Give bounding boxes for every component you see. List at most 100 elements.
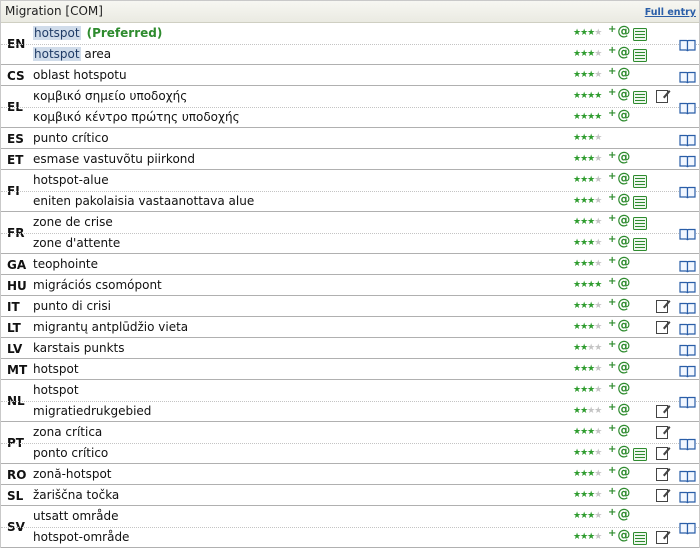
term-text[interactable]: punto crítico	[33, 131, 109, 146]
term-text[interactable]: hotspot-område	[33, 530, 129, 545]
note-icon[interactable]	[656, 88, 671, 103]
term-text[interactable]: zone d'attente	[33, 236, 120, 251]
note-icon[interactable]	[656, 445, 671, 460]
term-text[interactable]: punto di crisi	[33, 299, 111, 314]
term-text[interactable]: žariščna točka	[33, 488, 119, 503]
language-group-ro: RO zonă-hotspot ★★★★ +@	[1, 464, 699, 485]
open-book-icon[interactable]	[679, 132, 696, 147]
open-book-icon[interactable]	[679, 394, 696, 409]
term-row: hotspot ★★★★ +@	[1, 380, 699, 402]
source-reference-icon[interactable]	[633, 26, 647, 41]
term-text[interactable]: oblast hotspotu	[33, 68, 127, 83]
open-book-icon[interactable]	[679, 37, 696, 52]
note-icon[interactable]	[656, 403, 671, 418]
open-book-icon[interactable]	[679, 226, 696, 241]
feedback-icon[interactable]: +@	[608, 297, 630, 312]
feedback-icon[interactable]: +@	[608, 192, 630, 207]
language-group-pt: PT zona crítica ★★★★ +@ ponto crítico ★★★★ +@	[1, 422, 699, 464]
open-book-icon[interactable]	[679, 69, 696, 84]
note-icon[interactable]	[656, 319, 671, 334]
term-text[interactable]: κομβικό κέντρο πρώτης υποδοχής	[33, 110, 240, 125]
feedback-icon[interactable]: +@	[608, 528, 630, 543]
term-label: migrációs csomópont	[33, 278, 162, 292]
term-text[interactable]: hotspot	[33, 383, 79, 398]
term-text[interactable]: κομβικό σημείο υποδοχής	[33, 89, 187, 104]
term-text[interactable]: hotspot	[33, 362, 79, 377]
feedback-icon[interactable]: +@	[608, 234, 630, 249]
source-reference-icon[interactable]	[633, 47, 647, 62]
feedback-icon[interactable]: +@	[608, 360, 630, 375]
note-icon[interactable]	[656, 466, 671, 481]
term-text[interactable]: zonă-hotspot	[33, 467, 112, 482]
source-reference-icon[interactable]	[633, 215, 647, 230]
feedback-icon[interactable]: +@	[608, 108, 630, 123]
term-text[interactable]: ponto crítico	[33, 446, 108, 461]
feedback-icon[interactable]: +@	[608, 213, 630, 228]
open-book-icon[interactable]	[679, 321, 696, 336]
note-icon[interactable]	[656, 529, 671, 544]
reliability-rating: ★★★★	[573, 48, 602, 60]
feedback-icon[interactable]: +@	[608, 87, 630, 102]
feedback-icon[interactable]: +@	[608, 66, 630, 81]
term-text[interactable]: hotspot (Preferred)	[33, 26, 162, 41]
term-text[interactable]: utsatt område	[33, 509, 118, 524]
source-reference-icon[interactable]	[633, 173, 647, 188]
feedback-icon[interactable]: +@	[608, 171, 630, 186]
open-book-icon[interactable]	[679, 342, 696, 357]
term-text[interactable]: migrantų antplūdžio vieta	[33, 320, 188, 335]
term-text[interactable]: migratiedrukgebied	[33, 404, 151, 419]
open-book-icon[interactable]	[679, 153, 696, 168]
source-reference-icon[interactable]	[633, 446, 647, 461]
feedback-icon[interactable]: +@	[608, 24, 630, 39]
term-text[interactable]: hotspot area	[33, 47, 111, 62]
feedback-icon[interactable]: +@	[608, 486, 630, 501]
open-book-icon[interactable]	[679, 279, 696, 294]
feedback-icon[interactable]: +@	[608, 507, 630, 522]
note-icon[interactable]	[656, 298, 671, 313]
term-text[interactable]: zona crítica	[33, 425, 102, 440]
term-text[interactable]: karstais punkts	[33, 341, 124, 356]
open-book-icon[interactable]	[679, 363, 696, 378]
note-icon[interactable]	[656, 487, 671, 502]
source-reference-icon[interactable]	[633, 194, 647, 209]
open-book-icon[interactable]	[679, 300, 696, 315]
language-group-sl: SL žariščna točka ★★★★ +@	[1, 485, 699, 506]
reliability-rating: ★★★★	[573, 321, 602, 333]
feedback-icon[interactable]: +@	[608, 276, 630, 291]
open-book-icon[interactable]	[679, 258, 696, 273]
feedback-icon[interactable]: +@	[608, 423, 630, 438]
feedback-icon[interactable]: +@	[608, 45, 630, 60]
open-book-icon[interactable]	[679, 489, 696, 504]
term-text[interactable]: eniten pakolaisia vastaanottava alue	[33, 194, 254, 209]
term-text[interactable]: esmase vastuvõtu piirkond	[33, 152, 195, 167]
feedback-icon[interactable]: +@	[608, 255, 630, 270]
star-filled-icon: ★	[594, 280, 602, 290]
feedback-icon[interactable]: +@	[608, 444, 630, 459]
reliability-rating: ★★★★	[573, 384, 602, 396]
open-book-icon[interactable]	[679, 184, 696, 199]
feedback-icon[interactable]: +@	[608, 381, 630, 396]
source-reference-icon[interactable]	[633, 89, 647, 104]
full-entry-link[interactable]: Full entry	[645, 7, 696, 18]
term-label: žariščna točka	[33, 488, 120, 502]
term-text[interactable]: zone de crise	[33, 215, 113, 230]
open-book-icon[interactable]	[679, 436, 696, 451]
open-book-icon[interactable]	[679, 520, 696, 535]
term-text[interactable]: teophointe	[33, 257, 98, 272]
feedback-icon[interactable]: +@	[608, 318, 630, 333]
open-book-icon[interactable]	[679, 468, 696, 483]
star-empty-icon: ★	[594, 406, 602, 416]
feedback-icon[interactable]: +@	[608, 150, 630, 165]
term-panel: Migration [COM] Full entry EN hotspot (Pre…	[0, 0, 700, 548]
term-text[interactable]: hotspot-alue	[33, 173, 109, 188]
source-reference-icon[interactable]	[633, 530, 647, 545]
feedback-icon[interactable]: +@	[608, 465, 630, 480]
source-reference-icon[interactable]	[633, 236, 647, 251]
term-label: zonă-hotspot	[33, 467, 112, 481]
reliability-rating: ★★★★	[573, 531, 602, 543]
feedback-icon[interactable]: +@	[608, 402, 630, 417]
open-book-icon[interactable]	[679, 100, 696, 115]
term-text[interactable]: migrációs csomópont	[33, 278, 162, 293]
feedback-icon[interactable]: +@	[608, 339, 630, 354]
note-icon[interactable]	[656, 424, 671, 439]
